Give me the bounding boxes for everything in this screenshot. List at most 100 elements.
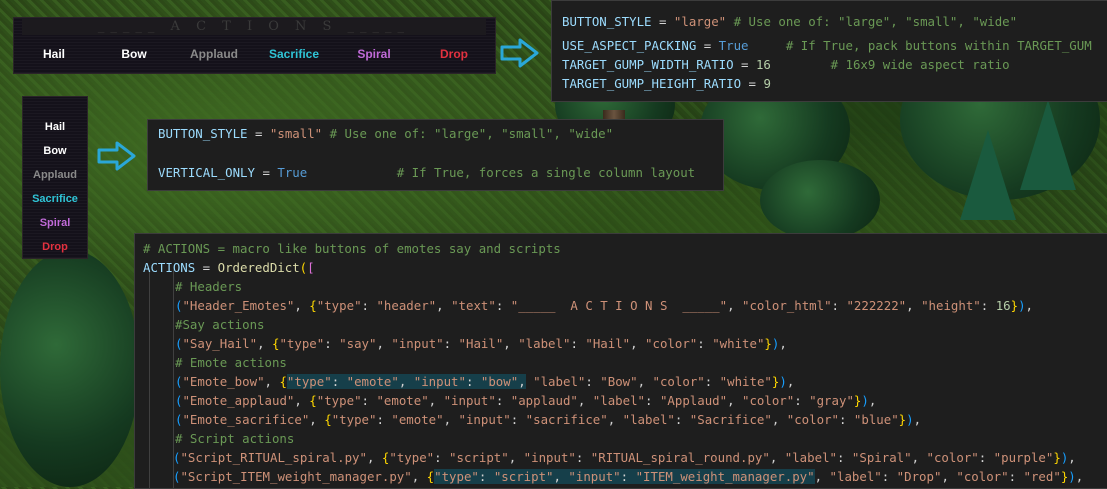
code-line: #Say actions (175, 315, 265, 334)
code-bracket: ) (779, 374, 787, 389)
code-string: "bow" (480, 374, 519, 389)
code-bracket: [ (307, 260, 315, 275)
code-string: "header" (376, 298, 437, 313)
code-string: "type" (279, 336, 325, 351)
drop-button[interactable]: Drop (23, 241, 87, 253)
code-operator: = (651, 14, 674, 29)
code-bracket: ) (1018, 298, 1026, 313)
code-string: "Emote_applaud" (182, 393, 295, 408)
code-line: # Headers (175, 277, 242, 296)
arrow-right-icon (97, 141, 136, 171)
code-line: ("Emote_applaud", {"type": "emote", "inp… (175, 393, 877, 408)
code-comment: # Use one of: "large", "small", "wide" (726, 14, 1018, 29)
code-comment: # If True, forces a single column layout (307, 165, 696, 180)
code-string: "input" (391, 336, 444, 351)
code-string: "color_html" (742, 298, 832, 313)
spiral-button[interactable]: Spiral (23, 217, 87, 229)
sacrifice-button[interactable]: Sacrifice (254, 47, 334, 61)
code-operator: = (696, 38, 719, 53)
code-variable: ACTIONS (143, 260, 196, 275)
code-string: "white" (719, 374, 772, 389)
code-variable: BUTTON_STYLE (158, 126, 248, 141)
code-string: "_____ A C T I O N S _____" (510, 298, 728, 313)
code-bracket: { (324, 412, 332, 427)
hail-button[interactable]: Hail (14, 47, 94, 61)
actions-code-panel: # ACTIONS = macro like buttons of emotes… (134, 233, 1107, 489)
spiral-button[interactable]: Spiral (334, 47, 414, 61)
code-bracket: } (1010, 298, 1019, 313)
bow-button[interactable]: Bow (94, 47, 174, 61)
code-string: "applaud" (510, 393, 578, 408)
code-bracket: } (764, 336, 772, 351)
code-number: 16 (755, 57, 771, 72)
code-string: "purple" (993, 450, 1054, 465)
code-string: "script" (493, 469, 554, 484)
code-comment: # 16x9 wide aspect ratio (770, 57, 1010, 72)
code-line: ("Script_RITUAL_spiral.py", {"type": "sc… (173, 450, 1076, 465)
code-line: # Emote actions (175, 353, 287, 372)
code-keyword: True (718, 38, 749, 53)
code-string: "small" (269, 126, 323, 141)
code-string: "color" (652, 374, 705, 389)
code-line: # ACTIONS = macro like buttons of emotes… (143, 239, 561, 258)
code-string: "color" (786, 412, 839, 427)
code-variable: VERTICAL_ONLY (158, 165, 255, 180)
code-operator: = (741, 76, 764, 91)
code-string: "type" (331, 412, 377, 427)
code-bracket: { (426, 469, 435, 484)
code-string: "input" (413, 374, 466, 389)
code-bracket: ) (861, 393, 869, 408)
drop-button[interactable]: Drop (414, 47, 494, 61)
arrow-right-icon (500, 38, 539, 68)
code-string: "color" (956, 469, 1009, 484)
hail-button[interactable]: Hail (23, 121, 87, 133)
code-string: "sacrifice" (525, 412, 608, 427)
code-string: "Script_ITEM_weight_manager.py" (180, 469, 412, 484)
code-string: "Bow" (600, 374, 638, 389)
code-string: "input" (443, 393, 496, 408)
code-string: "Emote_bow" (182, 374, 265, 389)
code-string: "label" (592, 393, 646, 408)
indent-guide (149, 270, 150, 488)
code-comment: # Use one of: "large", "small", "wide" (322, 126, 614, 141)
code-string: "input" (523, 450, 576, 465)
code-bracket: } (1053, 450, 1061, 465)
code-line: ("Say_Hail", {"type": "say", "input": "H… (175, 336, 787, 351)
code-number: 9 (763, 76, 771, 91)
code-comment: # Emote actions (175, 355, 287, 370)
config-code-large: BUTTON_STYLE = "large" # Use one of: "la… (551, 0, 1107, 102)
code-bracket: ) (906, 412, 914, 427)
code-string: "type" (316, 298, 362, 313)
code-string: "emote" (391, 412, 444, 427)
code-line: VERTICAL_ONLY = True # If True, forces a… (158, 163, 695, 182)
code-string: "color" (645, 336, 698, 351)
code-comment: # Script actions (175, 431, 295, 446)
code-comment: #Say actions (175, 317, 265, 332)
code-string: "Say_Hail" (182, 336, 258, 351)
code-string: "label" (518, 336, 571, 351)
code-line: ACTIONS = OrderedDict([ (143, 258, 315, 277)
code-string: "label" (829, 469, 882, 484)
applaud-button[interactable]: Applaud (23, 169, 87, 181)
code-variable: BUTTON_STYLE (562, 14, 652, 29)
code-string: "Header_Emotes" (182, 298, 295, 313)
code-line: ("Script_ITEM_weight_manager.py", {"type… (173, 469, 1084, 484)
code-comment: # If True, pack buttons within TARGET_GU… (748, 38, 1092, 53)
code-line: TARGET_GUMP_WIDTH_RATIO = 16 # 16x9 wide… (562, 55, 1010, 74)
code-comment: # Headers (175, 279, 243, 294)
sacrifice-button[interactable]: Sacrifice (23, 193, 87, 205)
code-string: "Drop" (896, 469, 942, 484)
code-string: "label" (784, 450, 837, 465)
code-string: "say" (339, 336, 377, 351)
code-bracket: { (279, 374, 287, 389)
bow-button[interactable]: Bow (23, 145, 87, 157)
code-string: "type" (286, 374, 332, 389)
code-line: BUTTON_STYLE = "small" # Use one of: "la… (158, 124, 613, 143)
code-string: "Emote_sacrifice" (182, 412, 310, 427)
code-variable: USE_ASPECT_PACKING (562, 38, 697, 53)
code-operator: = (247, 126, 270, 141)
code-string: "type" (316, 393, 362, 408)
code-bracket: ) (1060, 450, 1069, 465)
applaud-button[interactable]: Applaud (174, 47, 254, 61)
code-bracket: { (309, 298, 317, 313)
